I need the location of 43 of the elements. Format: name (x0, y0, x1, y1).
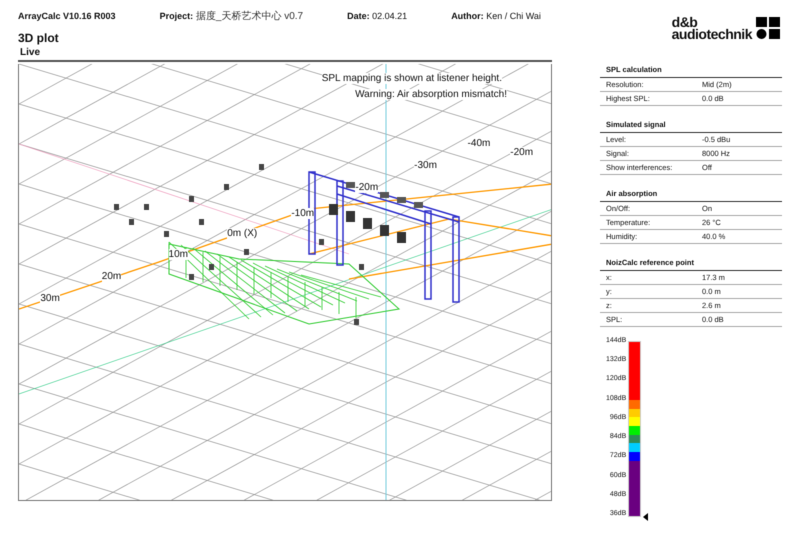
panel-title: Live (18, 47, 552, 62)
axis-label: -10m (291, 208, 314, 219)
header-field: Date: 02.04.21 (347, 11, 408, 21)
logo-icon (756, 17, 780, 39)
header-field: Project: 据度_天桥艺术中心 v0.7 (160, 9, 304, 23)
speaker-marker (259, 164, 264, 170)
speaker-marker (224, 184, 229, 190)
header-field: Author: Ken / Chi Wai (451, 11, 541, 21)
speaker-marker (397, 197, 406, 203)
speaker-marker (189, 274, 194, 280)
speaker-marker (346, 182, 355, 188)
speaker-marker (199, 219, 204, 225)
plot-message: Warning: Air absorption mismatch! (355, 89, 507, 100)
speaker-marker (144, 204, 149, 210)
speaker-marker (244, 249, 249, 255)
speaker-marker (346, 211, 355, 222)
speaker-marker (359, 264, 364, 270)
speaker-marker (363, 218, 372, 229)
plot-message: SPL mapping is shown at listener height. (322, 73, 502, 84)
speaker-marker (114, 204, 119, 210)
speaker-marker (380, 192, 389, 198)
axis-label: -40m (468, 138, 490, 150)
speaker-marker (189, 196, 194, 202)
speaker-marker (397, 232, 406, 243)
speaker-marker (380, 225, 389, 236)
axis-label: -20m (510, 146, 534, 158)
speaker-marker (414, 202, 423, 208)
speaker-marker (164, 231, 169, 237)
speaker-marker (129, 219, 134, 225)
axis-label: 0m (X) (227, 228, 258, 238)
speaker-marker (354, 319, 359, 325)
axis-label: 30m (40, 292, 60, 304)
speaker-marker (209, 264, 214, 270)
speaker-marker (329, 204, 338, 215)
axis-label: -30m (414, 160, 437, 171)
axis-label: 10m (168, 249, 188, 260)
speaker-marker (319, 239, 324, 245)
pointer-icon (643, 513, 648, 521)
app-version: ArrayCalc V10.16 R003 (18, 11, 116, 21)
axis-label: -20m (355, 182, 378, 193)
page-title: 3D plot (18, 31, 60, 45)
brand-logo-text: d&b audiotechnik (672, 16, 752, 40)
axis-label: 20m (102, 271, 122, 282)
